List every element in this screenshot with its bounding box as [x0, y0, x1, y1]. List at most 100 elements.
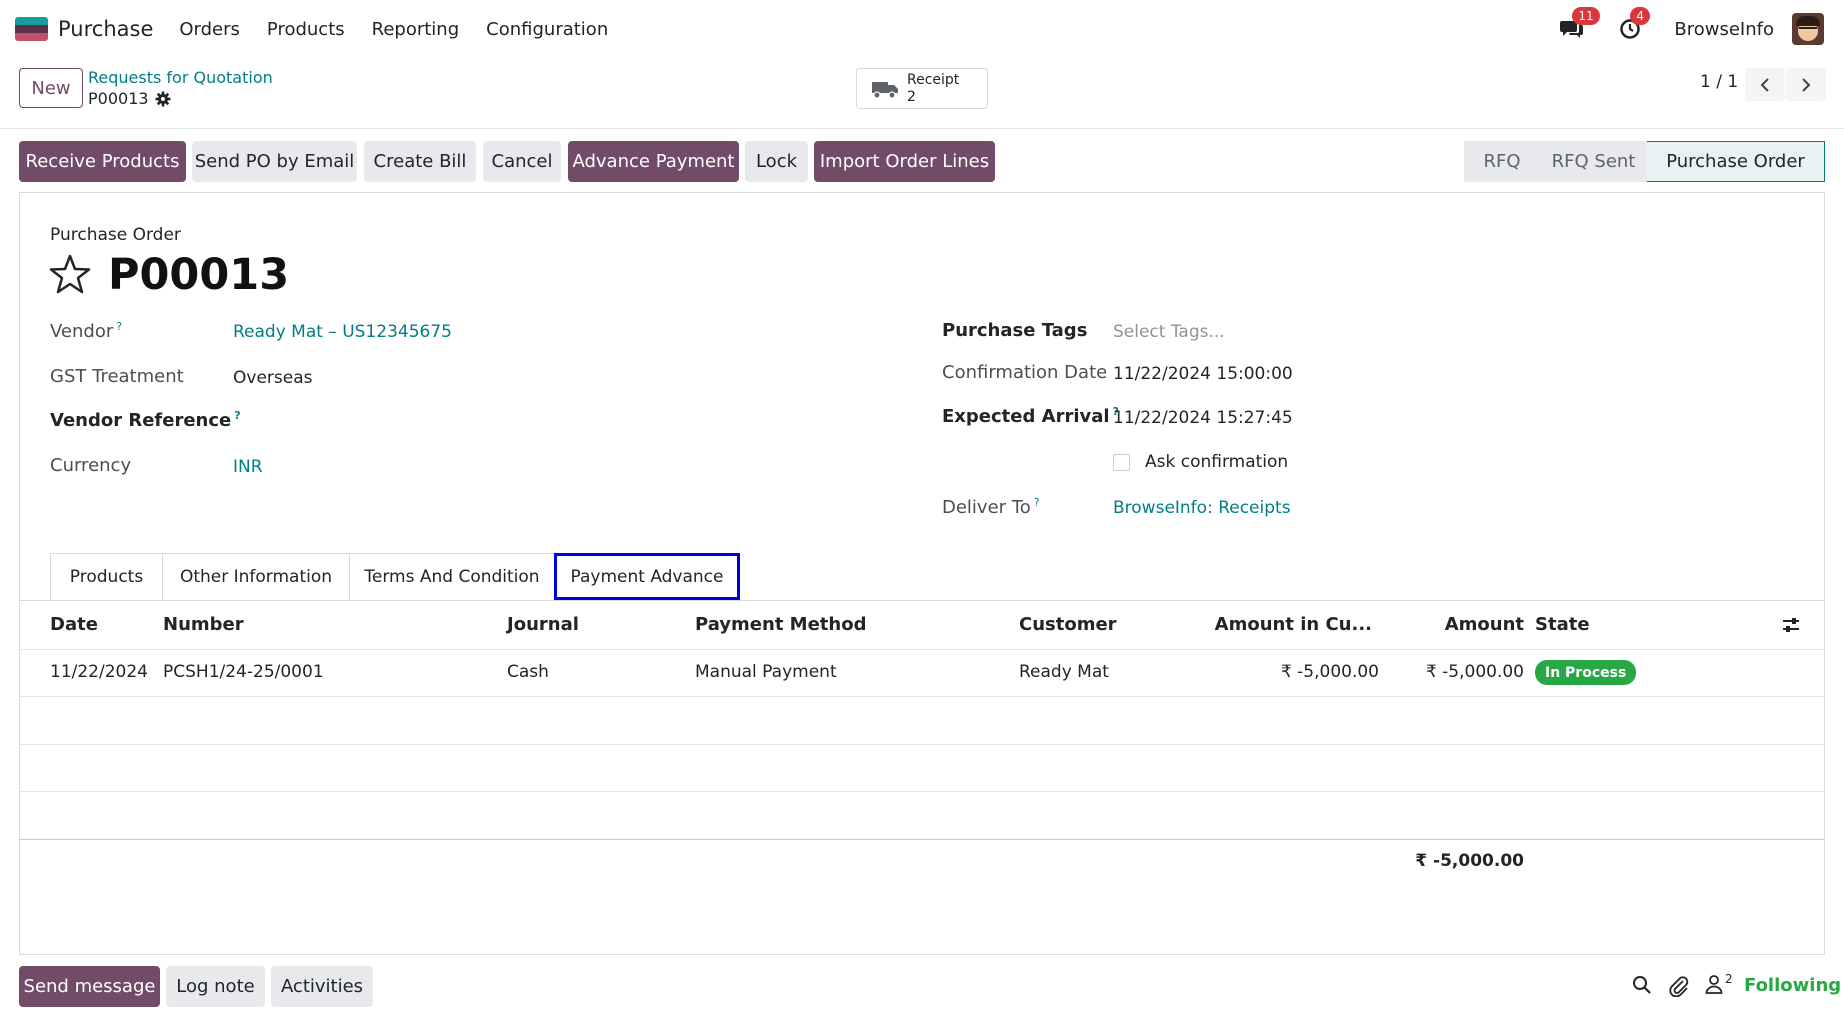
cell-amount: ₹ -5,000.00 — [1425, 662, 1524, 682]
user-avatar[interactable] — [1792, 13, 1824, 45]
column-amount-in-currency[interactable]: Amount in Cu... — [1200, 614, 1372, 635]
column-amount[interactable]: Amount — [1400, 614, 1524, 635]
star-icon[interactable] — [49, 254, 91, 294]
row-divider — [19, 696, 1825, 697]
new-button[interactable]: New — [19, 68, 83, 108]
column-state[interactable]: State — [1535, 614, 1590, 635]
paperclip-icon[interactable] — [1669, 975, 1689, 997]
column-journal[interactable]: Journal — [507, 614, 579, 635]
tabs-divider — [19, 600, 1825, 601]
tab-terms-and-condition[interactable]: Terms And Condition — [349, 553, 555, 600]
optional-columns-icon[interactable] — [1782, 616, 1800, 634]
top-navbar: Purchase Orders Products Reporting Confi… — [0, 0, 1844, 58]
followers-button[interactable]: 2 — [1705, 972, 1733, 994]
row-divider — [19, 791, 1825, 792]
activities-button-chatter[interactable]: Activities — [271, 966, 373, 1007]
vendor-label: Vendor? — [50, 320, 123, 342]
deliver-to-field[interactable]: BrowseInfo: Receipts — [1113, 498, 1291, 518]
status-badge: In Process — [1535, 660, 1637, 685]
ask-confirmation-label: Ask confirmation — [1145, 452, 1289, 472]
menu-products[interactable]: Products — [267, 19, 345, 40]
column-payment-method[interactable]: Payment Method — [695, 614, 866, 635]
purchase-tags-label: Purchase Tags — [942, 320, 1088, 341]
header-divider — [19, 649, 1825, 650]
create-bill-button[interactable]: Create Bill — [364, 141, 476, 182]
receipt-count: 2 — [907, 88, 916, 105]
messages-badge: 11 — [1572, 7, 1600, 25]
breadcrumb-current: P00013 — [88, 89, 171, 108]
receive-products-button[interactable]: Receive Products — [19, 141, 186, 182]
tab-other-information[interactable]: Other Information — [162, 553, 350, 600]
currency-label: Currency — [50, 455, 132, 476]
chevron-right-icon — [1802, 77, 1811, 92]
menu-configuration[interactable]: Configuration — [486, 19, 608, 40]
company-switcher[interactable]: BrowseInfo — [1674, 19, 1774, 40]
pager-previous-button[interactable] — [1745, 68, 1785, 101]
status-rfq[interactable]: RFQ — [1464, 141, 1540, 182]
purchase-app-icon[interactable] — [15, 17, 48, 41]
status-rfq-sent[interactable]: RFQ Sent — [1540, 141, 1647, 182]
tab-products[interactable]: Products — [50, 553, 163, 600]
send-message-button[interactable]: Send message — [19, 966, 160, 1007]
search-icon[interactable] — [1632, 975, 1652, 995]
status-bar: RFQ RFQ Sent Purchase Order — [1464, 141, 1825, 182]
receipt-smart-button[interactable]: Receipt 2 — [856, 68, 988, 109]
breadcrumb-rfq[interactable]: Requests for Quotation — [88, 68, 273, 87]
cell-amount-in-currency: ₹ -5,000.00 — [1280, 662, 1379, 682]
cell-number: PCSH1/24-25/0001 — [163, 662, 324, 682]
cell-customer: Ready Mat — [1019, 662, 1109, 682]
gear-icon[interactable] — [155, 91, 171, 107]
import-order-lines-button[interactable]: Import Order Lines — [814, 141, 995, 182]
form-subtitle: Purchase Order — [50, 225, 181, 245]
lock-button[interactable]: Lock — [745, 141, 808, 182]
vendor-reference-field[interactable] — [233, 410, 873, 434]
expected-arrival-field[interactable]: 11/22/2024 15:27:45 — [1113, 408, 1293, 428]
column-number[interactable]: Number — [163, 614, 244, 635]
confirmation-date-label: Confirmation Date — [942, 362, 1108, 383]
activities-button[interactable]: 4 — [1616, 7, 1651, 43]
menu-orders[interactable]: Orders — [179, 19, 240, 40]
truck-icon — [872, 81, 898, 99]
chevron-left-icon — [1760, 77, 1769, 92]
column-date[interactable]: Date — [50, 614, 98, 635]
pager-value[interactable]: 1 / 1 — [1700, 72, 1738, 92]
footer-divider — [19, 839, 1825, 840]
deliver-to-label: Deliver To? — [942, 496, 1040, 518]
confirmation-date-field[interactable]: 11/22/2024 15:00:00 — [1113, 364, 1293, 384]
vendor-field[interactable]: Ready Mat – US12345675 — [233, 322, 452, 342]
expected-arrival-label: Expected Arrival? — [942, 405, 1119, 427]
tab-payment-advance[interactable]: Payment Advance — [554, 553, 740, 600]
amount-total: ₹ -5,000.00 — [1415, 851, 1524, 871]
cell-journal: Cash — [507, 662, 549, 682]
advance-payment-button[interactable]: Advance Payment — [568, 141, 739, 182]
followers-count: 2 — [1725, 972, 1733, 986]
status-purchase-order[interactable]: Purchase Order — [1647, 141, 1825, 182]
menu-reporting[interactable]: Reporting — [372, 19, 460, 40]
log-note-button[interactable]: Log note — [166, 966, 265, 1007]
gst-treatment-field[interactable]: Overseas — [233, 368, 312, 388]
help-icon[interactable]: ? — [116, 320, 122, 333]
record-title: P00013 — [108, 250, 290, 300]
record-reference: P00013 — [88, 89, 149, 108]
control-panel-divider — [0, 128, 1844, 129]
pager-next-button[interactable] — [1786, 68, 1826, 101]
app-name[interactable]: Purchase — [58, 17, 153, 41]
gst-treatment-label: GST Treatment — [50, 366, 184, 387]
send-po-email-button[interactable]: Send PO by Email — [192, 141, 357, 182]
column-customer[interactable]: Customer — [1019, 614, 1117, 635]
navbar-systray: 11 4 BrowseInfo — [1528, 0, 1824, 58]
cell-payment-method: Manual Payment — [695, 662, 837, 682]
vendor-reference-label: Vendor Reference? — [50, 409, 241, 431]
following-button[interactable]: Following — [1744, 975, 1841, 996]
cancel-button[interactable]: Cancel — [483, 141, 561, 182]
currency-field[interactable]: INR — [233, 457, 263, 477]
row-divider — [19, 744, 1825, 745]
messages-button[interactable]: 11 — [1558, 7, 1600, 43]
help-icon[interactable]: ? — [1034, 496, 1040, 509]
user-icon — [1705, 975, 1723, 994]
activities-badge: 4 — [1630, 7, 1651, 25]
purchase-tags-field[interactable]: Select Tags... — [1113, 322, 1225, 342]
receipt-label: Receipt — [907, 71, 960, 88]
cell-date: 11/22/2024 — [50, 662, 148, 682]
ask-confirmation-checkbox[interactable] — [1113, 454, 1130, 471]
